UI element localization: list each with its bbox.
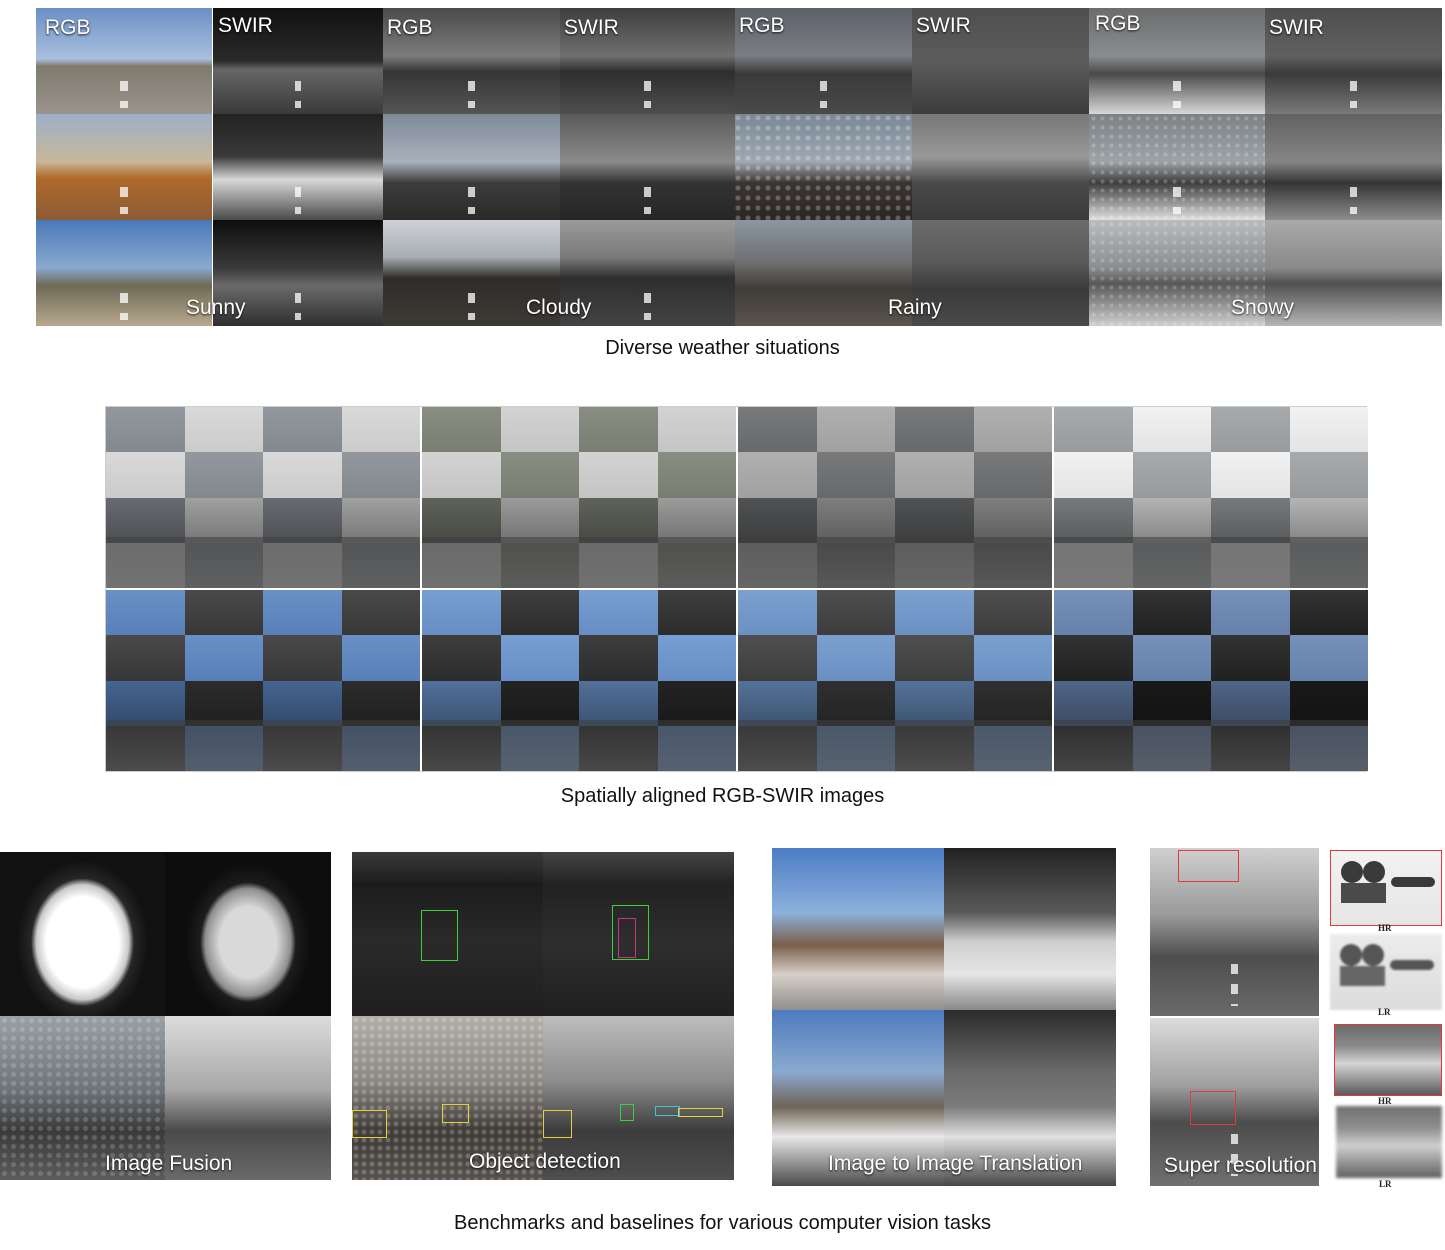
- cloudy-swir-label: SWIR: [564, 16, 619, 39]
- cloudy-condition-label: Cloudy: [526, 296, 592, 319]
- weather-panel: RGB SWIR Sunny RGB SWIR Cloudy RGB SWIR …: [36, 8, 1442, 326]
- snowy-rgb-photo-2: [1089, 114, 1265, 220]
- detection-box-car-rgb: [421, 910, 458, 961]
- sr-lr-car-crop: [1336, 1106, 1442, 1178]
- cloudy-rgb-label: RGB: [387, 16, 433, 39]
- translation-rgb-top: [772, 848, 944, 1010]
- cloudy-rgb-photo-2: [383, 114, 560, 220]
- translation-swir-top: [944, 848, 1116, 1010]
- rainy-group: RGB SWIR Rainy: [735, 8, 1089, 326]
- rainy-swir-photo-2: [912, 114, 1089, 220]
- aligned-checkerboard-image: [422, 590, 736, 771]
- fusion-tunnel-rgb: [0, 852, 165, 1016]
- sr-hr-label-2: HR: [1378, 1096, 1392, 1106]
- aligned-checkerboard-image: [422, 407, 736, 588]
- super-resolution-panel: Super resolution HR LR HR LR: [1150, 848, 1445, 1193]
- aligned-checkerboard-image: [738, 590, 1052, 771]
- sunny-swir-label: SWIR: [218, 14, 273, 37]
- aligned-panel: [105, 406, 1368, 772]
- snowy-swir-photo-2: [1265, 114, 1442, 220]
- sr-lr-sign-crop: [1330, 934, 1442, 1010]
- detection-box-yellow-2: [442, 1104, 469, 1123]
- sr-hr-car-crop: [1334, 1024, 1442, 1096]
- aligned-checkerboard-image: [1054, 590, 1368, 771]
- fusion-tunnel-swir: [165, 852, 331, 1016]
- sr-lr-label-1: LR: [1378, 1007, 1391, 1017]
- sunny-rgb-label: RGB: [45, 16, 91, 39]
- translation-panel: Image to Image Translation: [772, 848, 1116, 1186]
- weather-caption: Diverse weather situations: [605, 337, 840, 359]
- sr-lr-label-2: LR: [1379, 1179, 1392, 1189]
- object-detection-panel: Object detection: [352, 852, 734, 1180]
- detection-box-yellow-3: [543, 1110, 572, 1138]
- detection-box-yellow-1: [352, 1110, 387, 1138]
- tasks-caption: Benchmarks and baselines for various com…: [454, 1212, 991, 1234]
- detection-box-yellow-far: [678, 1108, 723, 1117]
- sunny-condition-label: Sunny: [186, 296, 246, 319]
- object-detection-label: Object detection: [469, 1150, 621, 1173]
- detection-box-cyan-far: [655, 1106, 680, 1116]
- aligned-caption: Spatially aligned RGB-SWIR images: [560, 785, 885, 807]
- rainy-rgb-label: RGB: [739, 14, 785, 37]
- aligned-checkerboard-image: [106, 407, 420, 588]
- rainy-swir-label: SWIR: [916, 14, 971, 37]
- sr-crop-box-car: [1190, 1091, 1236, 1125]
- snowy-rgb-label: RGB: [1095, 12, 1141, 35]
- detection-box-green-far: [620, 1104, 634, 1121]
- sunny-rgb-photo-2: [36, 114, 212, 220]
- image-fusion-panel: Image Fusion: [0, 852, 331, 1180]
- sr-hr-label-1: HR: [1378, 923, 1392, 933]
- aligned-checkerboard-image: [1054, 407, 1368, 588]
- rainy-rgb-photo-3: [735, 220, 912, 326]
- sr-hr-sign-crop: [1330, 850, 1442, 926]
- cloudy-swir-photo-2: [560, 114, 735, 220]
- image-fusion-label: Image Fusion: [105, 1152, 233, 1175]
- translation-label: Image to Image Translation: [828, 1152, 1083, 1175]
- aligned-checkerboard-image: [106, 590, 420, 771]
- snowy-condition-label: Snowy: [1231, 296, 1295, 319]
- super-resolution-label: Super resolution: [1164, 1154, 1317, 1177]
- aligned-checkerboard-image: [738, 407, 1052, 588]
- rainy-rgb-photo-2: [735, 114, 912, 220]
- cloudy-group: RGB SWIR Cloudy: [383, 8, 735, 326]
- sunny-swir-photo-2: [213, 114, 383, 220]
- detection-box-person-swir: [618, 918, 636, 958]
- sunny-group: RGB SWIR Sunny: [36, 8, 383, 326]
- rainy-condition-label: Rainy: [888, 296, 942, 319]
- snowy-swir-label: SWIR: [1269, 16, 1324, 39]
- snowy-group: RGB SWIR Snowy: [1089, 8, 1442, 326]
- sr-crop-box-sign: [1178, 850, 1239, 882]
